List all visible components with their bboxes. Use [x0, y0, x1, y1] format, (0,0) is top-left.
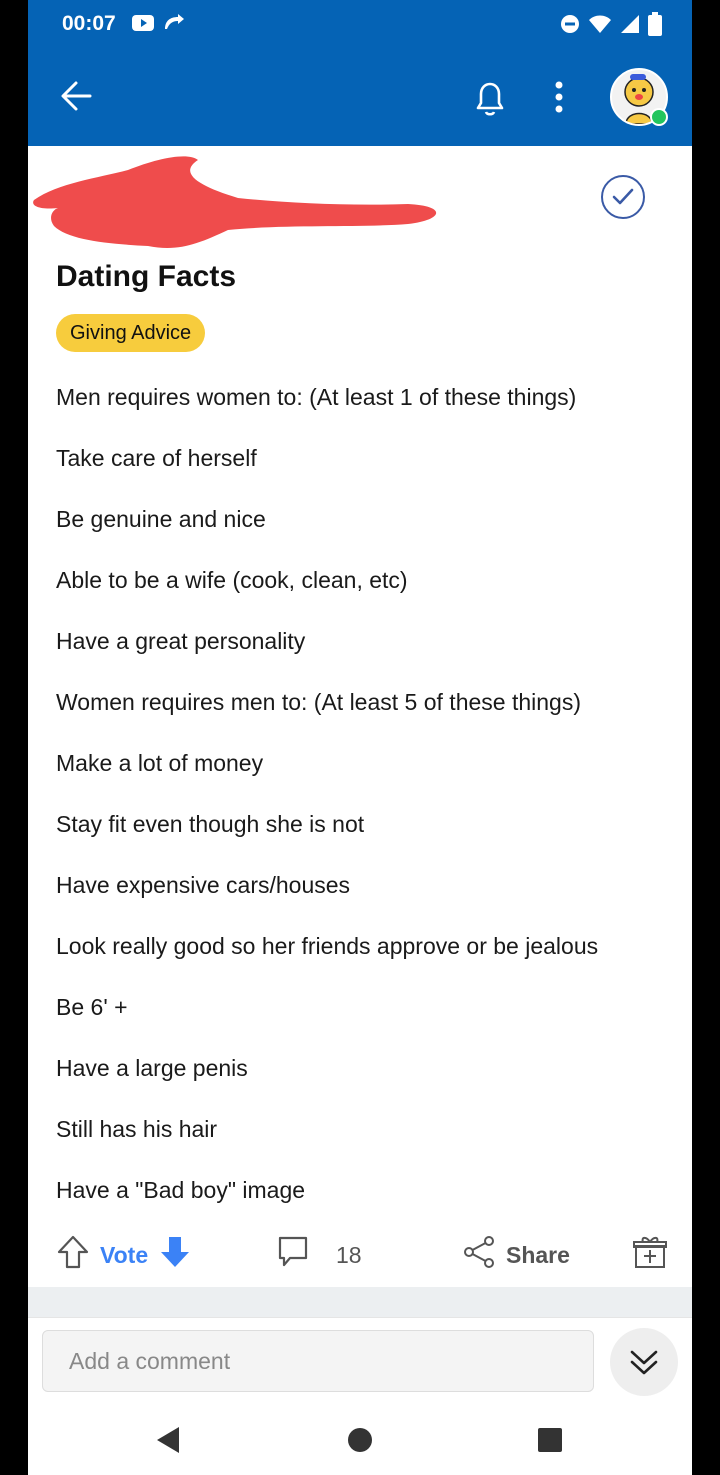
follow-check-icon[interactable] [601, 175, 645, 219]
body-line: Stay fit even though she is not [56, 811, 365, 837]
downvote-icon[interactable] [158, 1234, 192, 1276]
body-line: Women requires men to: (At least 5 of th… [56, 689, 581, 715]
body-line: Able to be a wife (cook, clean, etc) [56, 567, 408, 593]
bell-icon[interactable] [472, 78, 508, 123]
call-forward-icon [162, 13, 186, 38]
online-status-dot [650, 108, 668, 126]
back-arrow-icon[interactable] [56, 76, 96, 121]
youtube-icon [132, 14, 154, 37]
post-actions: Vote 18 Share [28, 1222, 692, 1284]
status-time: 00:07 [62, 12, 116, 35]
body-line: Have expensive cars/houses [56, 872, 351, 898]
body-line: Have a "Bad boy" image [56, 1177, 306, 1203]
section-divider [28, 1287, 692, 1317]
body-line: Be genuine and nice [56, 506, 266, 532]
body-line: Men requires women to: (At least 1 of th… [56, 384, 577, 410]
post-title: Dating Facts [56, 260, 237, 293]
share-label[interactable]: Share [506, 1242, 570, 1269]
body-line: Be 6' + [56, 994, 128, 1020]
comment-count: 18 [336, 1241, 362, 1268]
comments-group[interactable]: 18 [276, 1234, 362, 1276]
comment-bar: Add a comment [28, 1317, 692, 1408]
body-line: Take care of herself [56, 445, 257, 471]
upvote-icon[interactable] [56, 1234, 90, 1276]
body-line: Look really good so her friends approve … [56, 933, 599, 959]
app-bar [28, 48, 692, 146]
expand-chevron-icon[interactable] [610, 1328, 678, 1396]
status-bar: 00:07 [28, 0, 692, 48]
post-body: Men requires women to: (At least 1 of th… [56, 376, 676, 1230]
share-icon[interactable] [462, 1234, 496, 1276]
nav-recents-icon[interactable] [536, 1425, 564, 1460]
dnd-icon [560, 14, 580, 39]
share-group[interactable]: Share [462, 1234, 570, 1276]
body-line: Have a great personality [56, 628, 306, 654]
body-line: Have a large penis [56, 1055, 248, 1081]
signal-icon [620, 14, 640, 39]
system-nav-bar [28, 1407, 692, 1475]
body-line: Make a lot of money [56, 750, 264, 776]
more-vert-icon[interactable] [554, 80, 564, 119]
body-line: Still has his hair [56, 1116, 218, 1142]
post-tag[interactable]: Giving Advice [56, 314, 206, 352]
nav-home-icon[interactable] [346, 1425, 374, 1460]
comment-input[interactable]: Add a comment [42, 1330, 594, 1392]
vote-label[interactable]: Vote [100, 1242, 148, 1269]
gift-icon[interactable] [632, 1234, 668, 1275]
wifi-icon [588, 14, 612, 39]
vote-group: Vote [56, 1234, 192, 1276]
redacted-author [33, 156, 437, 249]
battery-icon [648, 12, 662, 41]
comment-icon[interactable] [276, 1234, 310, 1276]
nav-back-icon[interactable] [154, 1425, 182, 1460]
app-screen: 00:07 Dating Facts Giving Advice Men req… [28, 0, 692, 1475]
